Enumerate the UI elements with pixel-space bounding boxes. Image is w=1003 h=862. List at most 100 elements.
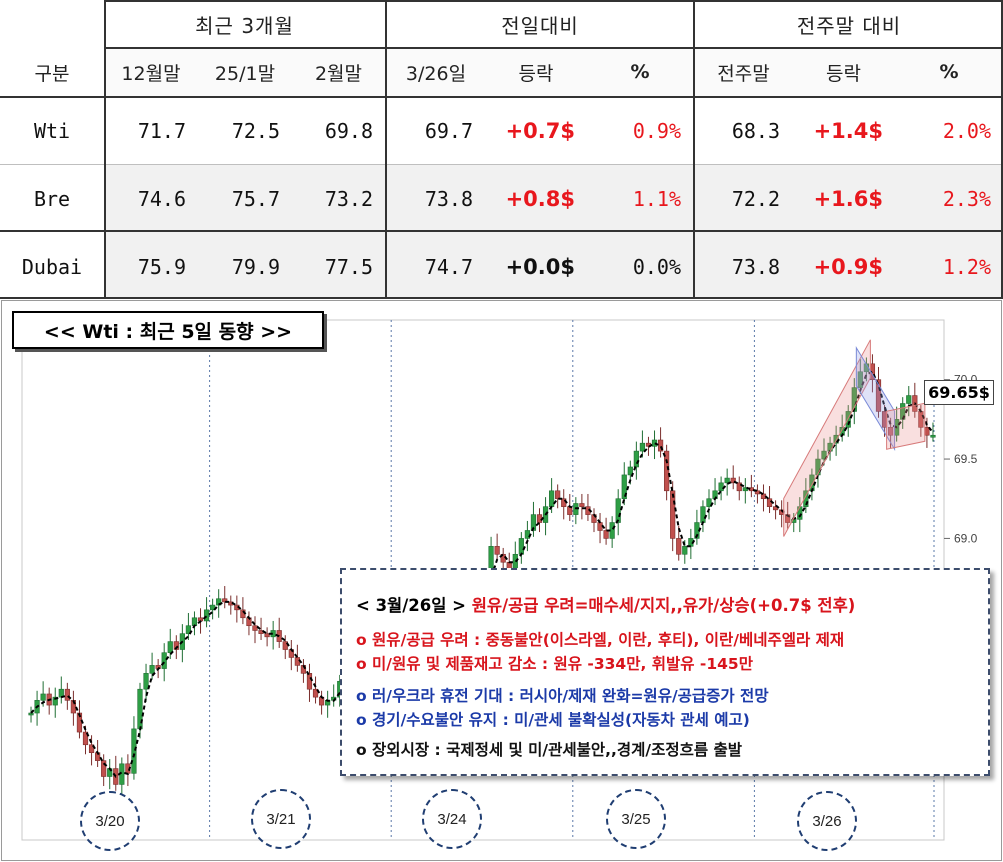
cell-bre-feb: 73.2 [324,187,373,211]
col-dec: 12월말 [121,62,181,85]
col-today: 3/26일 [405,62,467,85]
candle-up [167,641,173,653]
candle-down [306,673,313,690]
col-jan: 25/1말 [214,62,276,85]
last-price-label: 69.65$ [924,380,994,405]
grid-line [104,47,1003,49]
note-line: o 미/원유 및 제품재고 감소 : 원유 -334만, 휘발유 -145만 [356,655,753,673]
note-heading: < 3월/26일 > 원유/공급 우려=매수세/지지,,유가/상승(+0.7$ … [356,592,855,616]
date-label: 3/24 [422,789,482,849]
row-name-wti: Wti [33,119,71,143]
grid-line [0,96,1003,98]
cell-dubai-dec: 75.9 [137,255,186,279]
cell-bre-jan: 75.7 [231,187,280,211]
candle-up [149,665,155,674]
cell-dubai-feb: 77.5 [324,255,373,279]
note-line: o 러/우크라 휴전 기대 : 러시아/제재 완화=원유/공급증가 전망 [356,687,769,705]
cell-wti-dec: 71.7 [137,119,186,143]
candle-up [143,673,149,690]
cell-wti-pct-week: 2.0% [942,119,991,143]
note-line: o 장외시장 : 국제정세 및 미/관세불안,,경계/조정흐름 출발 [356,741,743,759]
candle-up [40,693,46,701]
cell-wti-jan: 72.5 [231,119,280,143]
date-label: 3/26 [797,791,857,851]
candle-down [64,688,70,701]
candle-down [294,657,300,666]
grid-line [385,0,387,298]
row-name-bre: Bre [33,187,71,211]
cell-dubai-jan: 79.9 [231,255,280,279]
group-prev-day: 전일대비 [501,13,579,38]
candle-up [518,538,524,555]
row-name-dubai: Dubai [21,255,83,279]
candle-down [766,498,773,507]
col-feb: 2월말 [314,62,363,85]
candle-up [609,522,615,539]
note-line: o 원유/공급 우려 : 중동불안(이스라엘, 이란, 후티), 이란/베네주엘… [356,631,845,649]
cell-bre-pct-day: 1.1% [632,187,681,211]
candle-down [264,633,270,638]
candle-up [203,609,210,622]
candle-down [579,503,585,507]
col-chg-day: 등락 [518,62,554,85]
candle-up [28,712,34,716]
cell-wti-today: 69.7 [424,119,473,143]
candle-up [906,395,912,404]
candle-down [597,522,603,531]
cell-wti-feb: 69.8 [324,119,373,143]
cell-wti-prev-week: 68.3 [731,119,780,143]
cell-dubai-pct-day: 0.0% [632,255,681,279]
candle-down [664,450,670,492]
note-heading-text: 원유/공급 우려=매수세/지지,,유가/상승(+0.7$ 전후) [471,596,856,615]
candle-down [101,760,107,777]
date-label: 3/20 [80,791,140,851]
candle-up [131,728,137,774]
candle-up [161,652,167,669]
col-pct-day: % [630,61,650,83]
col-category: 구분 [34,62,70,85]
cell-dubai-pct-week: 1.2% [942,255,991,279]
candle-down [494,546,500,555]
cell-bre-prev-week: 72.2 [731,187,780,211]
note-line: o 경기/수요불안 유지 : 미/관세 불확실성(자동차 관세 예고) [356,711,750,729]
grid-line [104,0,1003,2]
candle-down [670,490,676,539]
candle-up [549,490,555,507]
trend-channel [886,402,926,450]
candle-up [633,450,639,468]
candle-down [252,625,258,631]
group-prev-week: 전주말 대비 [796,13,902,38]
candle-down [676,538,682,555]
cell-bre-pct-week: 2.3% [942,187,991,211]
cell-wti-chg-week: +1.4$ [813,119,883,143]
y-tick-label: 69.0 [954,531,978,545]
candle-up [718,482,724,492]
candle-down [760,493,767,500]
cell-wti-chg-day: +0.7$ [505,119,575,143]
cell-dubai-chg-week: +0.9$ [813,255,883,279]
col-prev-week: 전주말 [717,62,770,85]
cell-bre-chg-day: +0.8$ [505,187,575,211]
candle-down [603,530,609,539]
cell-bre-dec: 74.6 [137,187,186,211]
group-recent-3months: 최근 3개월 [195,13,294,38]
candle-up [700,506,706,523]
col-pct-week: % [939,61,959,83]
cell-dubai-prev-week: 73.8 [731,255,780,279]
cell-wti-pct-day: 0.9% [632,119,681,143]
candle-down [536,514,543,523]
grid-line [0,230,1003,232]
candle-up [639,442,646,452]
note-heading-date: < 3월/26일 > [356,596,466,615]
grid-line [0,164,1003,165]
y-tick-label: 69.5 [954,452,978,466]
candle-up [615,498,621,523]
market-commentary-box: < 3월/26일 > 원유/공급 우려=매수세/지지,,유가/상승(+0.7$ … [340,568,990,776]
cell-bre-today: 73.8 [424,187,473,211]
cell-dubai-today: 74.7 [424,255,473,279]
grid-line [0,297,1003,299]
date-label: 3/25 [606,789,666,849]
oil-price-table: 최근 3개월 전일대비 전주말 대비 구분 12월말 25/1말 2월말 3/2… [0,0,1003,299]
candle-up [930,434,936,438]
date-label: 3/21 [251,789,311,849]
